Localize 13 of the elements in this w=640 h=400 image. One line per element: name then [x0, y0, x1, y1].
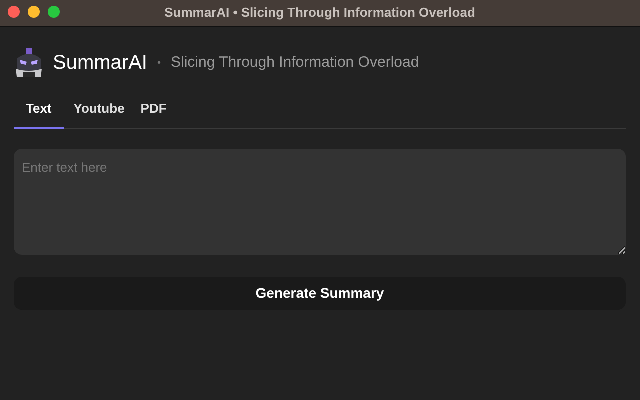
minimize-button[interactable]	[28, 6, 40, 18]
separator: •	[157, 56, 161, 70]
text-input[interactable]: Enter text here	[14, 148, 626, 254]
robot-icon	[13, 47, 45, 79]
tab[interactable]: Youtube	[68, 99, 131, 128]
window-title: SummarAI • Slicing Through Information Overload	[164, 4, 476, 22]
generate-summary-button[interactable]: Generate Summary	[14, 276, 626, 310]
maximize-button[interactable]	[48, 6, 60, 18]
app-name: SummarAI	[53, 51, 148, 76]
tab[interactable]: Text	[14, 99, 64, 128]
tagline: Slicing Through Information Overload	[170, 52, 420, 73]
tab[interactable]: PDF	[134, 99, 173, 128]
close-button[interactable]	[8, 6, 20, 18]
